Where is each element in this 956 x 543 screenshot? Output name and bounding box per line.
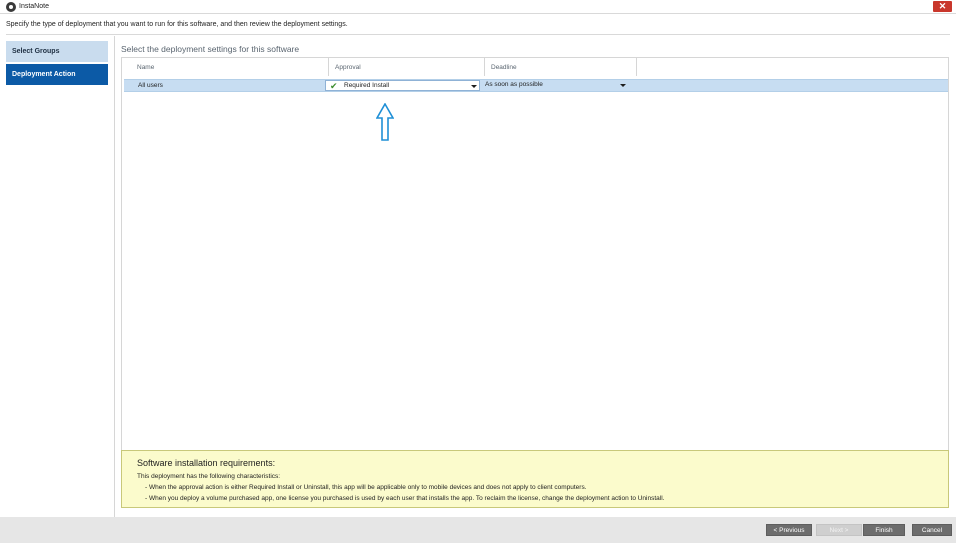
footer-bar: < Previous Next > Finish Cancel: [0, 517, 956, 543]
app-logo-icon: [6, 2, 16, 12]
instruction-text: Specify the type of deployment that you …: [6, 21, 348, 28]
page-title: Select the deployment settings for this …: [121, 44, 300, 54]
next-button[interactable]: Next >: [816, 524, 862, 536]
column-header-deadline[interactable]: Deadline: [485, 58, 637, 76]
requirements-bullet: - When you deploy a volume purchased app…: [145, 495, 665, 502]
requirements-panel: Software installation requirements: This…: [121, 450, 949, 508]
chevron-down-icon: [620, 84, 626, 87]
row-name-cell: All users: [138, 82, 163, 89]
table-header: Name Approval Deadline: [122, 58, 950, 76]
approval-value: Required Install: [344, 82, 390, 89]
table-row[interactable]: All users ✔ Required Install As soon as …: [124, 79, 948, 92]
deadline-dropdown[interactable]: As soon as possible: [483, 80, 631, 91]
deployment-settings-table: Name Approval Deadline All users ✔ Requi…: [121, 57, 949, 450]
close-button[interactable]: ✕: [933, 1, 952, 12]
window-title: InstaNote: [19, 3, 49, 10]
requirements-bullet: - When the approval action is either Req…: [145, 484, 587, 491]
title-bar: InstaNote ✕: [0, 0, 956, 14]
cancel-button[interactable]: Cancel: [912, 524, 952, 536]
wizard-nav: Select Groups Deployment Action: [0, 36, 115, 517]
chevron-down-icon: [471, 85, 477, 88]
check-icon: ✔: [330, 81, 338, 91]
column-header-name[interactable]: Name: [131, 58, 329, 76]
approval-dropdown[interactable]: ✔ Required Install: [325, 80, 480, 91]
column-header-approval[interactable]: Approval: [329, 58, 485, 76]
nav-item-select-groups[interactable]: Select Groups: [6, 41, 108, 62]
finish-button[interactable]: Finish: [863, 524, 905, 536]
up-arrow-icon: [376, 103, 394, 141]
nav-item-deployment-action[interactable]: Deployment Action: [6, 64, 108, 85]
divider: [6, 34, 950, 35]
deadline-value: As soon as possible: [485, 81, 543, 88]
requirements-title: Software installation requirements:: [137, 458, 276, 468]
previous-button[interactable]: < Previous: [766, 524, 812, 536]
requirements-intro: This deployment has the following charac…: [137, 473, 281, 480]
